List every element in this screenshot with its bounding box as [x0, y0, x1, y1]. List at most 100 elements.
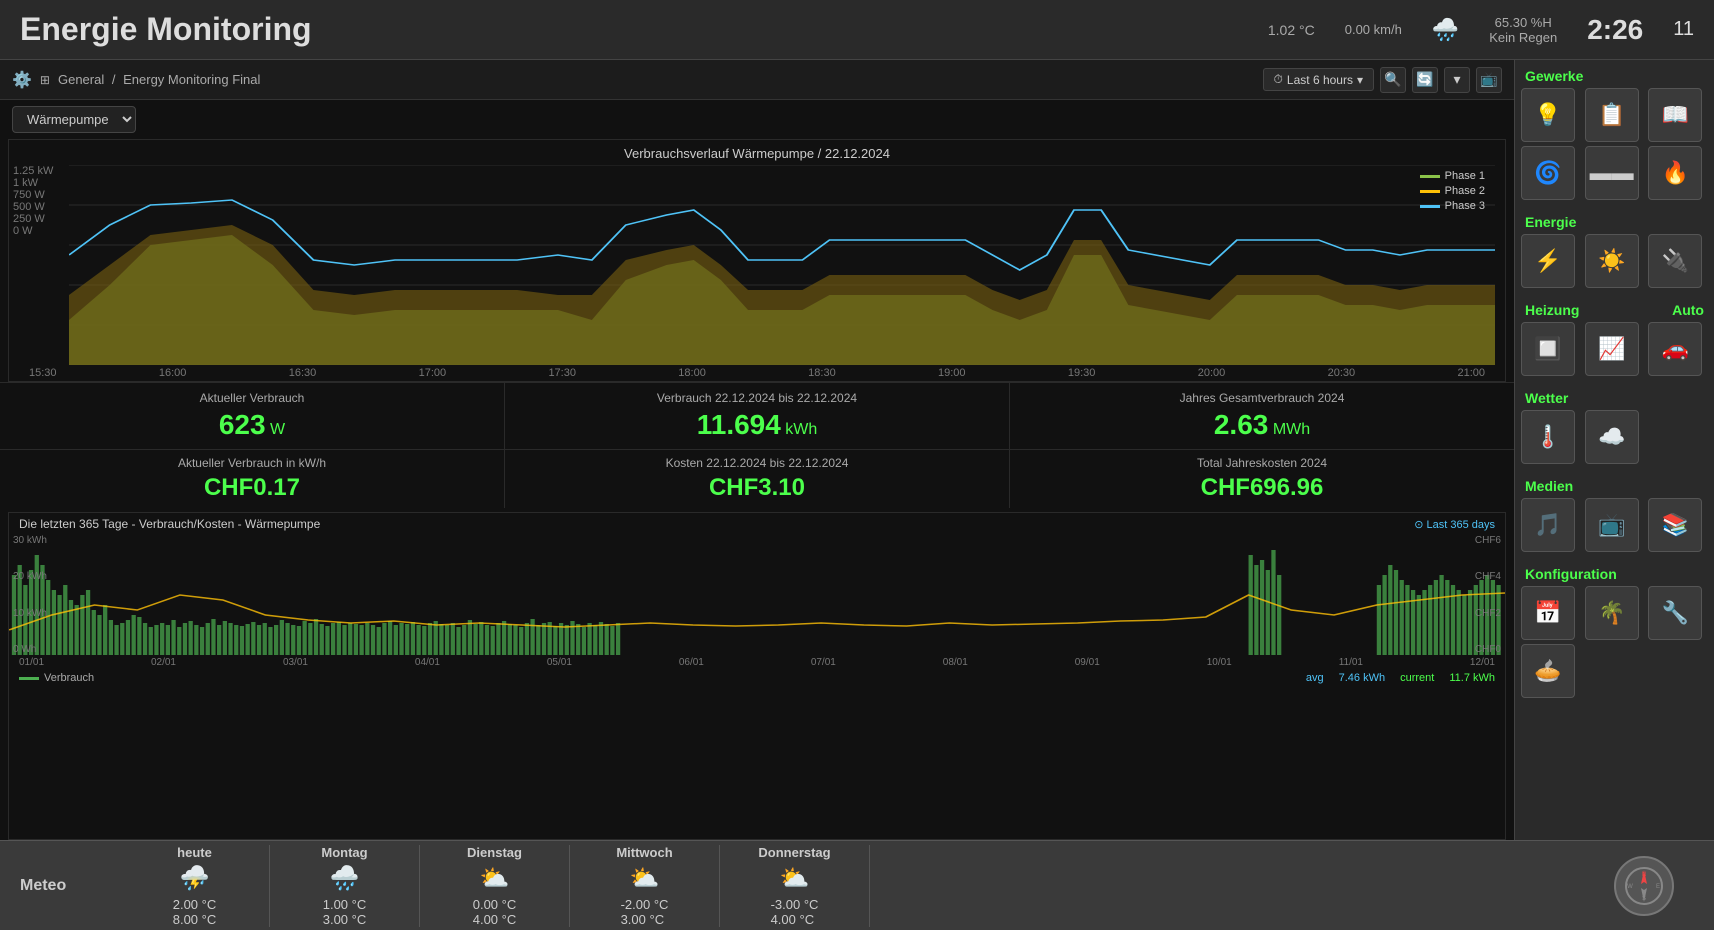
icon-heating[interactable]: 🔲 [1521, 322, 1575, 376]
konfiguration-grid: 📅 🌴 🔧 🥧 [1515, 586, 1714, 704]
weather-dienstag: Dienstag ⛅ 0.00 °C 4.00 °C [420, 845, 570, 927]
montag-label: Montag [321, 845, 367, 860]
meteo-label: Meteo [20, 877, 100, 895]
icon-weather2[interactable]: ☁️ [1585, 410, 1639, 464]
icon-solar[interactable]: ☀️ [1585, 234, 1639, 288]
current-consumption: Aktueller Verbrauch 623 W [0, 383, 505, 449]
stats-row-2: Aktueller Verbrauch in kW/h CHF0.17 Kost… [0, 449, 1514, 508]
heute-icon: ⛈️ [180, 864, 210, 893]
zoom-button[interactable]: 🔍 [1380, 67, 1406, 93]
legend-phase1: Phase 1 [1420, 170, 1485, 182]
chart2-title: Die letzten 365 Tage - Verbrauch/Kosten … [19, 517, 320, 531]
chart2-footer: Verbrauch avg 7.46 kWh current 11.7 kWh [9, 670, 1505, 686]
weather-bar: 1.02 °C 0.00 km/h 🌧️ 65.30 %H Kein Regen… [1268, 14, 1694, 46]
icon-car[interactable]: 🚗 [1648, 322, 1702, 376]
heute-label: heute [177, 845, 212, 860]
icon-media-lib[interactable]: 📚 [1648, 498, 1702, 552]
legend-phase2: Phase 2 [1420, 185, 1485, 197]
icon-heater[interactable]: ▬▬ [1585, 146, 1639, 200]
icon-chart[interactable]: 📈 [1585, 322, 1639, 376]
compass-button[interactable]: N S W E [1614, 856, 1674, 916]
clock-icon: ⏱ [1274, 72, 1283, 87]
main-chart-area: Phase 1 Phase 2 Phase 3 [69, 165, 1495, 365]
icon-book[interactable]: 📖 [1648, 88, 1702, 142]
section-heizung: Heizung [1515, 294, 1589, 322]
weather-donnerstag: Donnerstag ⛅ -3.00 °C 4.00 °C [720, 845, 870, 927]
icon-calendar[interactable]: 📅 [1521, 586, 1575, 640]
icon-plug[interactable]: 🔌 [1648, 234, 1702, 288]
current-stat-value: 11.7 kWh [1449, 672, 1495, 684]
annual-consumption: Jahres Gesamtverbrauch 2024 2.63 MWh [1010, 383, 1514, 449]
chart2-svg [9, 535, 1505, 655]
compass-icon: N S W E [1624, 866, 1664, 906]
dropdown-bar: Wärmepumpe [0, 100, 1514, 139]
section-konfiguration: Konfiguration [1515, 558, 1714, 586]
icon-radiator[interactable]: 🔥 [1648, 146, 1702, 200]
header-bar: ⚙️ ⊞ General / Energy Monitoring Final ⏱… [0, 60, 1514, 100]
daily-value: 11.694 [697, 409, 781, 440]
chart-legend: Phase 1 Phase 2 Phase 3 [1420, 170, 1485, 212]
humidity-info: 65.30 %H Kein Regen [1489, 15, 1557, 45]
current-stat-label: current [1400, 672, 1434, 684]
chart2-stats: avg 7.46 kWh current 11.7 kWh [1306, 672, 1495, 684]
dienstag-icon: ⛅ [480, 864, 510, 893]
svg-text:S: S [1642, 896, 1646, 902]
icon-fan[interactable]: 🌀 [1521, 146, 1575, 200]
chart2-y-left: 30 kWh 20 kWh 10 kWh 0 Wh [9, 535, 51, 655]
icon-tv[interactable]: 📺 [1585, 498, 1639, 552]
display-button[interactable]: 📺 [1476, 67, 1502, 93]
daily-consumption: Verbrauch 22.12.2024 bis 22.12.2024 11.6… [505, 383, 1010, 449]
clock-display: 2:26 [1587, 14, 1643, 46]
device-selector[interactable]: Wärmepumpe [12, 106, 136, 133]
weather-icon: 🌧️ [1432, 17, 1459, 43]
weather-montag: Montag 🌧️ 1.00 °C 3.00 °C [270, 845, 420, 927]
icon-pie[interactable]: 🥧 [1521, 644, 1575, 698]
daily-unit: kWh [785, 421, 817, 438]
heute-temps: 2.00 °C 8.00 °C [173, 897, 217, 927]
more-button[interactable]: ▾ [1444, 67, 1470, 93]
current-kwh-cost: Aktueller Verbrauch in kW/h CHF0.17 [0, 450, 505, 508]
montag-temps: 1.00 °C 3.00 °C [323, 897, 367, 927]
chart2-wrapper: Die letzten 365 Tage - Verbrauch/Kosten … [8, 512, 1506, 840]
header-controls: ⏱ Last 6 hours ▾ 🔍 🔄 ▾ 📺 [1263, 67, 1502, 93]
chevron-down-icon: ▾ [1357, 73, 1363, 87]
svg-text:N: N [1642, 872, 1646, 878]
current-kwh-value: CHF0.17 [12, 474, 492, 502]
icon-list[interactable]: 📋 [1585, 88, 1639, 142]
current-value: 623 [219, 409, 266, 440]
annual-unit: MWh [1273, 421, 1310, 438]
refresh-button[interactable]: 🔄 [1412, 67, 1438, 93]
main-chart-wrapper: Verbrauchsverlauf Wärmepumpe / 22.12.202… [8, 139, 1506, 382]
daily-cost: Kosten 22.12.2024 bis 22.12.2024 CHF3.10 [505, 450, 1010, 508]
legend-phase3: Phase 3 [1420, 200, 1485, 212]
icon-lightning[interactable]: ⚡ [1521, 234, 1575, 288]
date-display: 11 [1673, 18, 1694, 41]
main-chart-title: Verbrauchsverlauf Wärmepumpe / 22.12.202… [9, 140, 1505, 165]
heizung-auto-header: Heizung Auto [1515, 294, 1714, 322]
chart2-legend: Verbrauch [19, 672, 94, 684]
time-range-button[interactable]: ⏱ Last 6 hours ▾ [1263, 68, 1374, 91]
gewerke-grid: 💡 📋 📖 🌀 ▬▬ 🔥 [1515, 88, 1714, 206]
icon-wrench[interactable]: 🔧 [1648, 586, 1702, 640]
icon-light[interactable]: 💡 [1521, 88, 1575, 142]
app-title: Energie Monitoring [20, 11, 312, 48]
daily-value-display: 11.694 kWh [517, 409, 997, 441]
phase3-color [1420, 205, 1440, 208]
icon-holiday[interactable]: 🌴 [1585, 586, 1639, 640]
avg-value: 7.46 kWh [1339, 672, 1385, 684]
icon-weather1[interactable]: 🌡️ [1521, 410, 1575, 464]
current-unit: W [270, 421, 285, 438]
annual-label: Jahres Gesamtverbrauch 2024 [1022, 391, 1502, 405]
chart2-x-labels: 01/01 02/01 03/01 04/01 05/01 06/01 07/0… [9, 655, 1505, 670]
heizung-auto-grid: 🔲 📈 🚗 [1515, 322, 1714, 382]
top-bar: Energie Monitoring 1.02 °C 0.00 km/h 🌧️ … [0, 0, 1714, 60]
main-layout: ⚙️ ⊞ General / Energy Monitoring Final ⏱… [0, 60, 1714, 840]
chart2-y-right: CHF6 CHF4 CHF2 CHF0 [1471, 535, 1505, 655]
avg-label: avg [1306, 672, 1324, 684]
daily-cost-label: Kosten 22.12.2024 bis 22.12.2024 [517, 456, 997, 470]
left-panel: ⚙️ ⊞ General / Energy Monitoring Final ⏱… [0, 60, 1514, 840]
annual-cost: Total Jahreskosten 2024 CHF696.96 [1010, 450, 1514, 508]
icon-music[interactable]: 🎵 [1521, 498, 1575, 552]
svg-text:E: E [1656, 884, 1660, 890]
donnerstag-icon: ⛅ [780, 864, 810, 893]
